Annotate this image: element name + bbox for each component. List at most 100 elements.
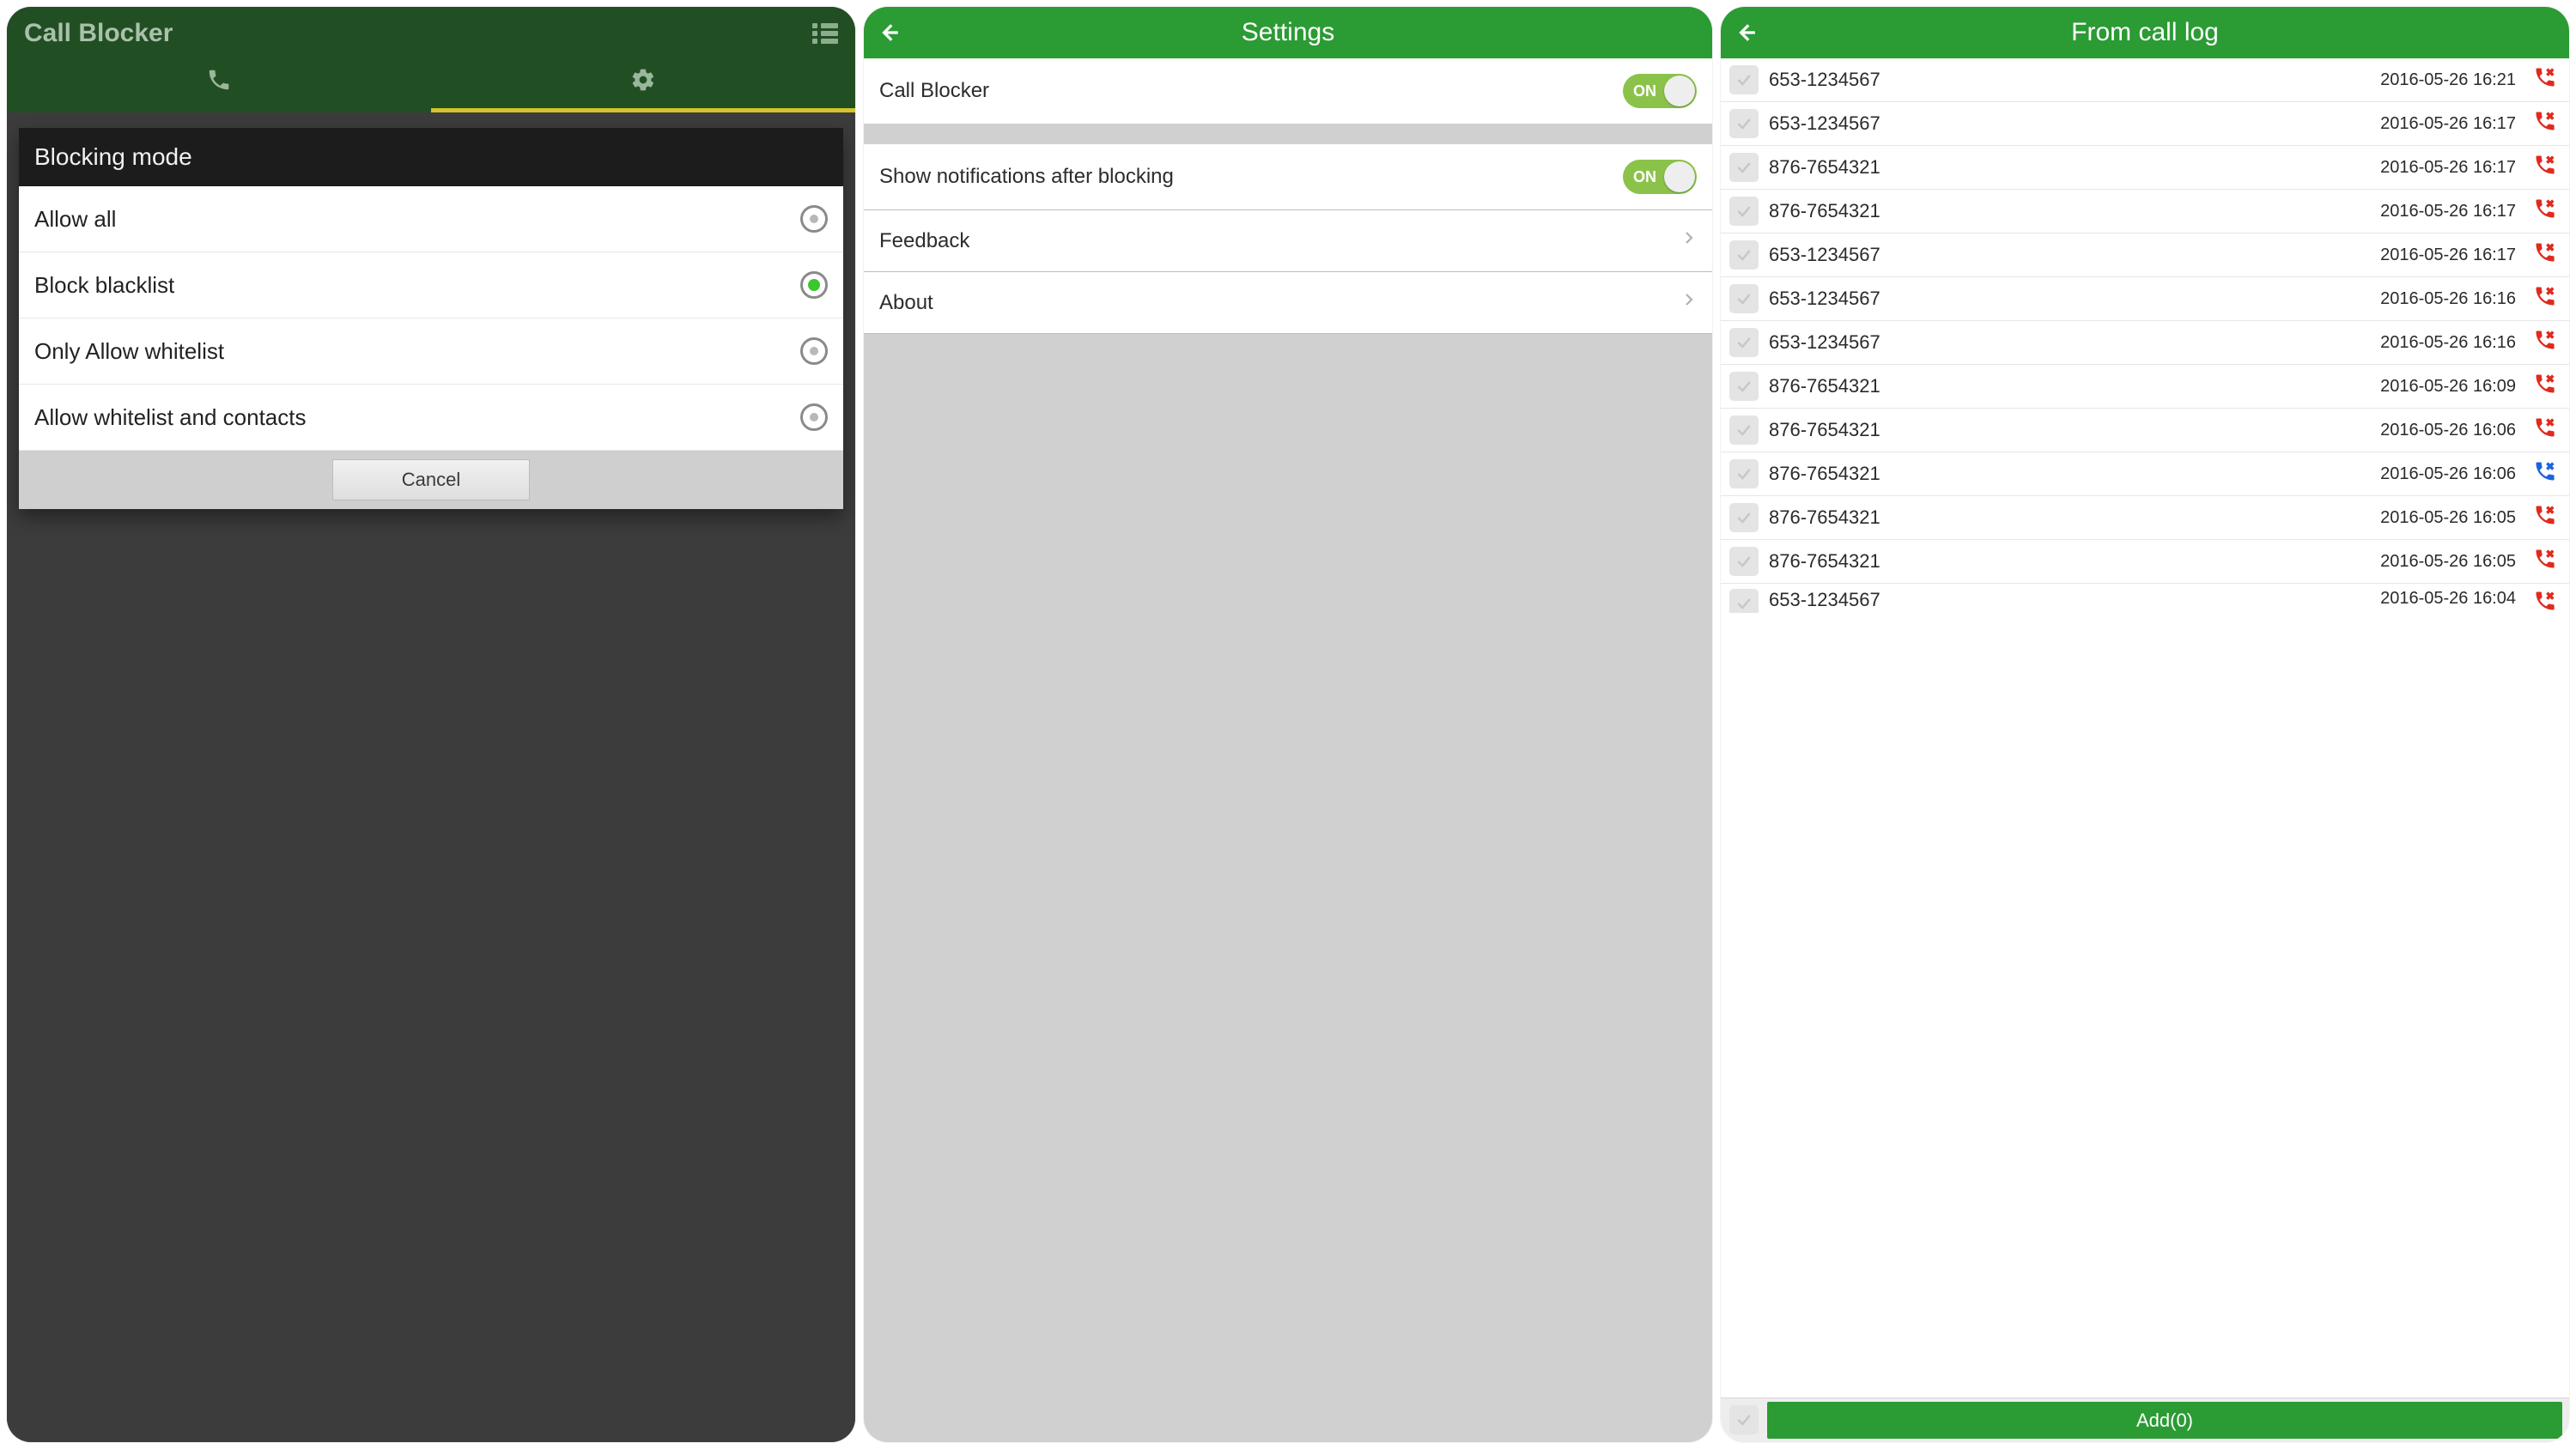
row-checkbox[interactable] bbox=[1729, 153, 1759, 182]
call-time: 2016-05-26 16:06 bbox=[2380, 421, 2516, 440]
settings-list: Call Blocker ON Show notifications after… bbox=[864, 58, 1712, 334]
row-checkbox[interactable] bbox=[1729, 65, 1759, 94]
menu-list-icon[interactable] bbox=[812, 23, 838, 44]
phone-number: 876-7654321 bbox=[1769, 550, 2370, 573]
call-log-footer: Add(0) bbox=[1721, 1397, 2569, 1442]
phone-number: 653-1234567 bbox=[1769, 69, 2370, 91]
call-log-row[interactable]: 876-7654321 2016-05-26 16:06 bbox=[1721, 409, 2569, 452]
row-checkbox[interactable] bbox=[1729, 328, 1759, 357]
toggle-call-blocker[interactable]: ON bbox=[1623, 74, 1697, 108]
option-whitelist-contacts[interactable]: Allow whitelist and contacts bbox=[19, 385, 843, 451]
missed-call-icon bbox=[2533, 240, 2557, 270]
call-log-row[interactable]: 876-7654321 2016-05-26 16:06 bbox=[1721, 452, 2569, 496]
settings-header: Settings bbox=[864, 7, 1712, 58]
call-time: 2016-05-26 16:09 bbox=[2380, 377, 2516, 397]
call-log-list[interactable]: 653-1234567 2016-05-26 16:21 653-1234567… bbox=[1721, 58, 2569, 1397]
call-time: 2016-05-26 16:05 bbox=[2380, 508, 2516, 528]
call-time: 2016-05-26 16:16 bbox=[2380, 333, 2516, 353]
phone-number: 876-7654321 bbox=[1769, 463, 2370, 485]
call-log-row[interactable]: 876-7654321 2016-05-26 16:17 bbox=[1721, 146, 2569, 190]
tab-calls[interactable] bbox=[7, 55, 431, 112]
missed-call-icon bbox=[2533, 109, 2557, 138]
option-label: Allow whitelist and contacts bbox=[34, 404, 306, 431]
phone-number: 653-1234567 bbox=[1769, 589, 2370, 611]
missed-call-icon bbox=[2533, 65, 2557, 94]
chevron-right-icon bbox=[1681, 226, 1697, 256]
missed-call-icon bbox=[2533, 284, 2557, 313]
call-log-row[interactable]: 876-7654321 2016-05-26 16:17 bbox=[1721, 190, 2569, 233]
row-about[interactable]: About bbox=[864, 272, 1712, 334]
call-log-header: From call log bbox=[1721, 7, 2569, 58]
missed-call-icon bbox=[2533, 547, 2557, 576]
back-button[interactable] bbox=[878, 7, 900, 58]
call-log-row[interactable]: 653-1234567 2016-05-26 16:16 bbox=[1721, 277, 2569, 321]
row-checkbox[interactable] bbox=[1729, 284, 1759, 313]
row-checkbox[interactable] bbox=[1729, 415, 1759, 445]
add-button[interactable]: Add(0) bbox=[1767, 1402, 2562, 1439]
cancel-button[interactable]: Cancel bbox=[332, 459, 530, 500]
row-checkbox[interactable] bbox=[1729, 503, 1759, 532]
row-label: Feedback bbox=[879, 229, 969, 253]
radio-icon bbox=[800, 271, 828, 299]
call-log-row[interactable]: 653-1234567 2016-05-26 16:16 bbox=[1721, 321, 2569, 365]
row-checkbox[interactable] bbox=[1729, 589, 1759, 613]
call-time: 2016-05-26 16:17 bbox=[2380, 246, 2516, 265]
dialog-title: Blocking mode bbox=[19, 128, 843, 186]
tab-bar bbox=[7, 55, 855, 112]
missed-call-icon bbox=[2533, 328, 2557, 357]
row-checkbox[interactable] bbox=[1729, 197, 1759, 226]
call-time: 2016-05-26 16:05 bbox=[2380, 552, 2516, 572]
missed-call-icon bbox=[2533, 503, 2557, 532]
call-log-row[interactable]: 653-1234567 2016-05-26 16:04 bbox=[1721, 584, 2569, 613]
select-all-checkbox[interactable] bbox=[1729, 1405, 1759, 1434]
row-checkbox[interactable] bbox=[1729, 459, 1759, 488]
radio-icon bbox=[800, 403, 828, 431]
row-checkbox[interactable] bbox=[1729, 372, 1759, 401]
phone-number: 653-1234567 bbox=[1769, 112, 2370, 135]
screen-blocking-mode: Call Blocker Blocking mode Allow all bbox=[7, 7, 855, 1442]
toggle-on-label: ON bbox=[1633, 168, 1656, 186]
option-label: Block blacklist bbox=[34, 272, 174, 299]
blocking-mode-dialog: Blocking mode Allow all Block blacklist … bbox=[19, 128, 843, 509]
row-checkbox[interactable] bbox=[1729, 240, 1759, 270]
option-block-blacklist[interactable]: Block blacklist bbox=[19, 252, 843, 318]
call-time: 2016-05-26 16:06 bbox=[2380, 464, 2516, 484]
row-call-blocker[interactable]: Call Blocker ON bbox=[864, 58, 1712, 124]
app-title: Call Blocker bbox=[24, 19, 173, 48]
dialog-footer: Cancel bbox=[19, 451, 843, 509]
row-checkbox[interactable] bbox=[1729, 547, 1759, 576]
call-time: 2016-05-26 16:17 bbox=[2380, 158, 2516, 178]
row-label: About bbox=[879, 291, 933, 315]
row-feedback[interactable]: Feedback bbox=[864, 210, 1712, 272]
radio-icon bbox=[800, 205, 828, 233]
call-log-title: From call log bbox=[2071, 18, 2219, 47]
section-gap bbox=[864, 124, 1712, 144]
toggle-notifications[interactable]: ON bbox=[1623, 160, 1697, 194]
phone-number: 653-1234567 bbox=[1769, 244, 2370, 266]
option-only-whitelist[interactable]: Only Allow whitelist bbox=[19, 318, 843, 385]
phone-icon bbox=[206, 67, 232, 97]
row-notifications[interactable]: Show notifications after blocking ON bbox=[864, 144, 1712, 210]
screen-settings: Settings Call Blocker ON Show notificati… bbox=[864, 7, 1712, 1442]
app-header: Call Blocker bbox=[7, 7, 855, 55]
call-log-row[interactable]: 653-1234567 2016-05-26 16:17 bbox=[1721, 102, 2569, 146]
call-time: 2016-05-26 16:21 bbox=[2380, 70, 2516, 90]
toggle-knob bbox=[1664, 76, 1695, 106]
call-log-row[interactable]: 653-1234567 2016-05-26 16:21 bbox=[1721, 58, 2569, 102]
settings-title: Settings bbox=[1242, 18, 1334, 47]
call-log-row[interactable]: 876-7654321 2016-05-26 16:05 bbox=[1721, 540, 2569, 584]
tab-settings[interactable] bbox=[431, 55, 855, 112]
call-log-row[interactable]: 876-7654321 2016-05-26 16:05 bbox=[1721, 496, 2569, 540]
missed-call-icon bbox=[2533, 197, 2557, 226]
row-label: Show notifications after blocking bbox=[879, 165, 1174, 189]
phone-number: 876-7654321 bbox=[1769, 375, 2370, 397]
phone-number: 876-7654321 bbox=[1769, 200, 2370, 222]
back-button[interactable] bbox=[1735, 7, 1757, 58]
option-allow-all[interactable]: Allow all bbox=[19, 186, 843, 252]
chevron-right-icon bbox=[1681, 288, 1697, 318]
call-log-row[interactable]: 876-7654321 2016-05-26 16:09 bbox=[1721, 365, 2569, 409]
missed-call-icon bbox=[2533, 415, 2557, 445]
call-log-row[interactable]: 653-1234567 2016-05-26 16:17 bbox=[1721, 233, 2569, 277]
row-checkbox[interactable] bbox=[1729, 109, 1759, 138]
call-time: 2016-05-26 16:17 bbox=[2380, 114, 2516, 134]
